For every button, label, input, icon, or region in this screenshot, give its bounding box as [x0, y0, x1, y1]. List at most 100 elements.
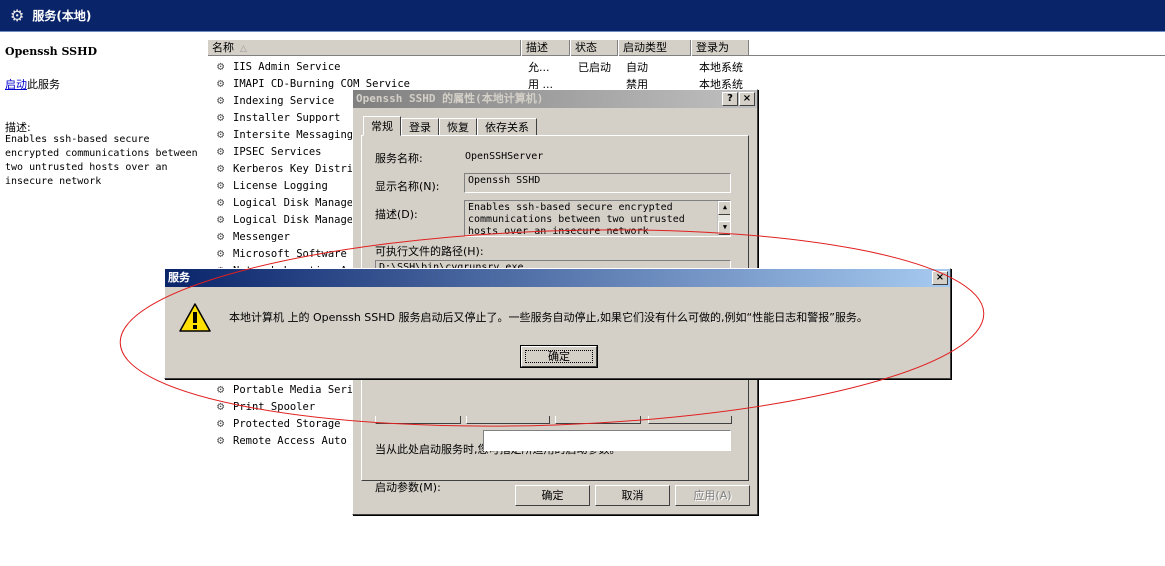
exe-path-label: 可执行文件的路径(H):: [375, 245, 484, 258]
apply-button[interactable]: 应用(A): [675, 485, 750, 506]
column-header-status[interactable]: 状态: [570, 40, 618, 56]
service-name-cell: ⚙ Kerberos Key Distrib: [217, 161, 359, 175]
service-logon-cell: 本地系统: [699, 59, 743, 75]
tab-general[interactable]: 常规: [363, 116, 401, 136]
service-gear-icon: ⚙: [217, 144, 225, 158]
service-gear-icon: ⚙: [217, 93, 225, 107]
service-name-cell-text: Logical Disk Manager: [233, 197, 360, 209]
service-name-label: 服务名称:: [375, 152, 423, 165]
service-gear-icon: ⚙: [217, 195, 225, 209]
properties-dialog-titlebar: Openssh SSHD 的属性(本地计算机): [353, 90, 757, 108]
column-header-label: 启动类型: [623, 41, 667, 54]
error-message-box: 服务 × 本地计算机 上的 Openssh SSHD 服务启动后又停止了。一些服…: [164, 268, 951, 379]
service-gear-icon: ⚙: [217, 76, 225, 90]
service-name-cell-text: Print Spooler: [233, 401, 316, 413]
service-name-cell-text: Messenger: [233, 231, 290, 243]
service-gear-icon: ⚙: [217, 433, 225, 447]
service-gear-icon: ⚙: [217, 212, 225, 226]
pause-button[interactable]: [555, 416, 641, 424]
start-button[interactable]: [375, 416, 461, 424]
resume-button[interactable]: [648, 416, 732, 424]
column-header-name[interactable]: 名称 △: [207, 40, 521, 56]
description-field[interactable]: Enables ssh-based secure encrypted commu…: [464, 200, 731, 237]
message-box-titlebar: 服务: [165, 269, 950, 287]
service-name-cell: ⚙ Intersite Messaging: [217, 127, 353, 141]
service-name-cell: ⚙ License Logging: [217, 178, 328, 192]
help-button[interactable]: ?: [722, 92, 738, 106]
service-gear-icon: ⚙: [217, 178, 225, 192]
window-titlebar: ⚙ 服务(本地): [0, 0, 1165, 32]
service-name-cell: ⚙ Portable Media Seria: [217, 382, 359, 396]
service-name-cell-text: Intersite Messaging: [233, 129, 354, 141]
description-line: communications between two untrusted: [468, 214, 685, 225]
service-name-cell-text: Microsoft Software S: [233, 248, 360, 260]
description-field-label: 描述(D):: [375, 208, 418, 221]
service-name-cell-text: Logical Disk Manager: [233, 214, 360, 226]
service-name-cell: ⚙ Logical Disk Manager: [217, 212, 359, 226]
stop-button[interactable]: [466, 416, 550, 424]
service-name-cell: ⚙ IMAPI CD-Burning COM Service: [217, 76, 410, 90]
service-status-cell: 已启动: [578, 59, 611, 75]
service-description-cell: 允...: [528, 59, 550, 75]
service-gear-icon: ⚙: [217, 127, 225, 141]
scroll-down-icon[interactable]: ▼: [718, 221, 730, 235]
service-name-cell: ⚙ Microsoft Software S: [217, 246, 359, 260]
tab-logon[interactable]: 登录: [401, 118, 439, 136]
service-gear-icon: ⚙: [217, 110, 225, 124]
list-header-filler: [749, 40, 1165, 55]
service-name-cell-text: Installer Support: [233, 112, 341, 124]
service-name-cell: ⚙ IPSEC Services: [217, 144, 322, 158]
column-header-description[interactable]: 描述: [521, 40, 570, 56]
service-title: Openssh SSHD: [5, 45, 98, 58]
start-service-link[interactable]: 启动: [5, 78, 27, 91]
description-scrollbar[interactable]: ▲ ▼: [717, 201, 730, 236]
service-name-cell: ⚙ Protected Storage: [217, 416, 340, 430]
ok-button[interactable]: 确定: [515, 485, 590, 506]
display-name-label: 显示名称(N):: [375, 180, 440, 193]
service-startup-type-cell: 自动: [626, 59, 648, 75]
error-message-text: 本地计算机 上的 Openssh SSHD 服务启动后又停止了。一些服务自动停止…: [229, 311, 868, 324]
description-text: Enables ssh-based secure encrypted commu…: [5, 134, 198, 187]
column-header-logon-as[interactable]: 登录为: [691, 40, 749, 56]
cancel-button[interactable]: 取消: [595, 485, 670, 506]
service-name-cell: ⚙ IIS Admin Service: [217, 59, 340, 73]
table-row[interactable]: ⚙ IIS Admin Service 允... 已启动 自动 本地系统: [207, 57, 1165, 74]
service-name-cell-text: IPSEC Services: [233, 146, 322, 158]
service-name-value: OpenSSHServer: [465, 151, 544, 162]
service-name-cell-text: License Logging: [233, 180, 328, 192]
message-ok-label: 确定: [525, 350, 593, 363]
gear-icon: ⚙: [10, 6, 25, 25]
message-ok-button[interactable]: 确定: [520, 345, 598, 368]
close-button[interactable]: ×: [932, 271, 948, 285]
start-service-suffix: 此服务: [27, 78, 60, 91]
scroll-up-icon[interactable]: ▲: [718, 201, 730, 215]
start-service-line: 启动此服务: [5, 76, 60, 92]
column-header-label: 状态: [575, 41, 597, 54]
message-box-title: 服务: [168, 271, 190, 284]
service-gear-icon: ⚙: [217, 59, 225, 73]
service-logon-cell-text: 本地系统: [699, 61, 743, 74]
display-name-field[interactable]: Openssh SSHD: [464, 173, 731, 193]
service-startup-type-cell-text: 自动: [626, 61, 648, 74]
service-gear-icon: ⚙: [217, 382, 225, 396]
service-description-cell-text: 允...: [528, 61, 550, 74]
tab-strip: 常规 登录 恢复 依存关系: [363, 116, 537, 136]
service-name-cell-text: Kerberos Key Distrib: [233, 163, 360, 175]
service-gear-icon: ⚙: [217, 229, 225, 243]
start-params-input[interactable]: [483, 430, 731, 451]
description-line: hosts over an insecure network: [468, 226, 649, 237]
service-name-cell-text: Protected Storage: [233, 418, 341, 430]
service-gear-icon: ⚙: [217, 246, 225, 260]
tab-dependencies[interactable]: 依存关系: [477, 118, 537, 136]
warning-icon: [179, 303, 211, 332]
description-line: Enables ssh-based secure encrypted: [468, 202, 673, 213]
tab-recovery[interactable]: 恢复: [439, 118, 477, 136]
column-header-label: 描述: [526, 41, 548, 54]
service-gear-icon: ⚙: [217, 161, 225, 175]
column-header-startup-type[interactable]: 启动类型: [618, 40, 691, 56]
close-button[interactable]: ×: [739, 92, 755, 106]
service-status-cell-text: 已启动: [578, 61, 611, 74]
service-name-cell-text: Indexing Service: [233, 95, 335, 107]
sort-up-icon: △: [240, 44, 247, 54]
list-header: 名称 △ 描述 状态 启动类型 登录为: [207, 40, 1165, 56]
